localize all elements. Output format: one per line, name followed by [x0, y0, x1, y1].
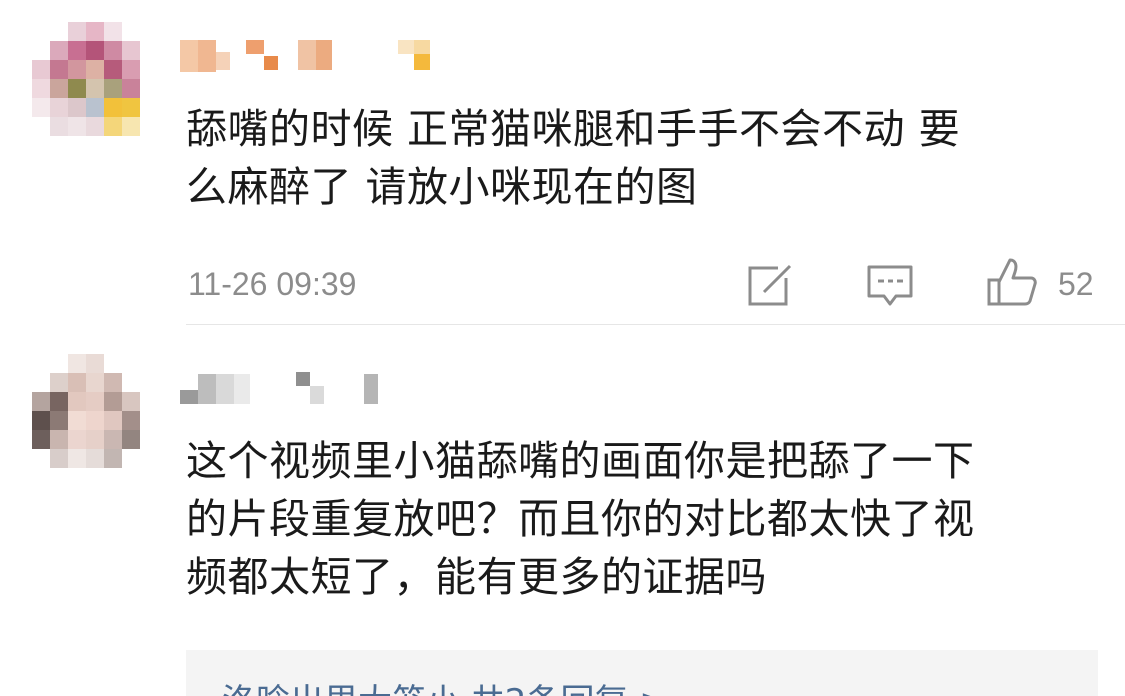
comment-icon[interactable]	[866, 264, 914, 312]
username[interactable]	[180, 370, 480, 408]
like-count: 52	[1058, 266, 1094, 302]
comment-text: 舔嘴的时候 正常猫咪腿和手手不会不动 要 么麻醉了 请放小咪现在的图	[186, 105, 961, 211]
username[interactable]	[180, 38, 480, 76]
comment-item: 舔嘴的时候 正常猫咪腿和手手不会不动 要 么麻醉了 请放小咪现在的图 11-26…	[0, 0, 1125, 325]
comment-item: 这个视频里小猫舔嘴的画面你是把舔了一下 的片段重复放吧？而且你的对比都太快了视 …	[0, 340, 1125, 660]
comment-text: 这个视频里小猫舔嘴的画面你是把舔了一下 的片段重复放吧？而且你的对比都太快了视 …	[186, 437, 975, 601]
like-icon[interactable]	[986, 256, 1038, 312]
share-icon[interactable]	[746, 264, 794, 312]
avatar[interactable]	[32, 22, 148, 152]
avatar[interactable]	[32, 354, 148, 484]
comment-timestamp: 11-26 09:39	[188, 266, 357, 302]
comment-feed: 舔嘴的时候 正常猫咪腿和手手不会不动 要 么麻醉了 请放小咪现在的图 11-26…	[0, 0, 1125, 696]
reply-preview-box[interactable]: 洛晗出里大笼小 共2条回复 >	[186, 650, 1098, 696]
view-replies-link[interactable]: 洛晗出里大笼小 共2条回复 >	[222, 674, 668, 696]
divider	[186, 324, 1125, 325]
